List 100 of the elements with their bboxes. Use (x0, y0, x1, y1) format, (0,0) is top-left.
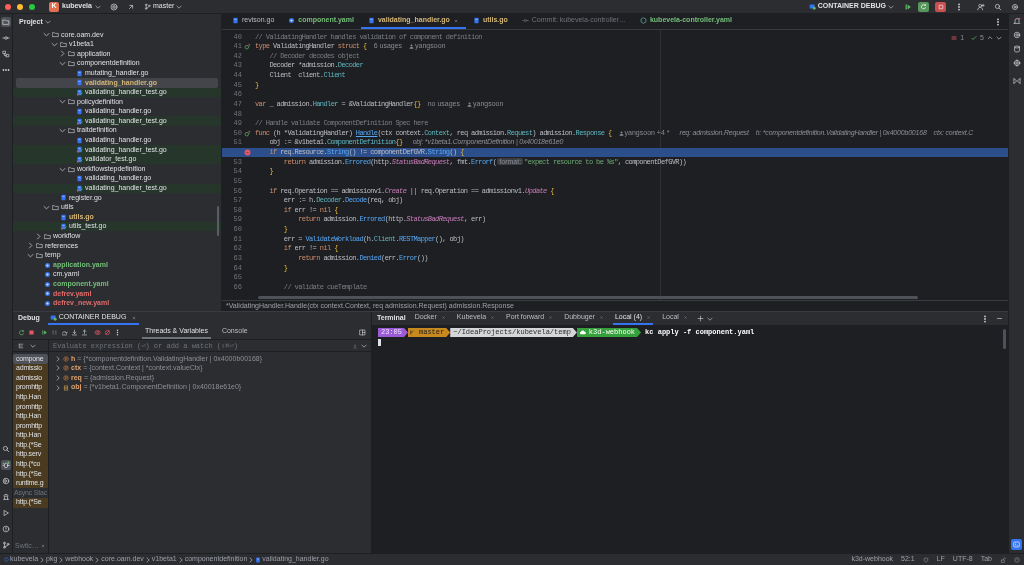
step-into-icon[interactable] (71, 328, 78, 336)
chevron-right-icon[interactable] (27, 242, 34, 250)
chevron-right-icon[interactable] (59, 50, 66, 58)
close-icon[interactable] (39, 542, 46, 549)
warning-icon[interactable] (1014, 556, 1020, 563)
chevron-down-icon (888, 3, 894, 10)
close-icon[interactable] (598, 315, 604, 320)
chevron-down-icon[interactable] (43, 31, 50, 39)
tool-window-button[interactable] (1, 508, 11, 518)
play-circle-icon (2, 477, 10, 485)
breakpoints-icon[interactable] (94, 328, 101, 336)
circle-p-icon (63, 355, 69, 362)
chevron-down-icon[interactable] (59, 98, 66, 106)
step-over-icon[interactable] (61, 328, 68, 336)
test-file-icon (76, 146, 83, 154)
person-icon (467, 101, 472, 107)
chevron-down-icon[interactable] (706, 315, 713, 322)
close-button[interactable] (5, 3, 11, 10)
search-icon[interactable] (994, 2, 1002, 11)
chevron-down-icon (44, 19, 51, 25)
tool-window-button[interactable] (1, 524, 11, 534)
chevron-right-icon (39, 556, 46, 563)
hexagon-icon (639, 17, 647, 24)
chevron-down-icon (94, 3, 101, 10)
chevron-right-icon (248, 556, 255, 563)
bug-icon (2, 461, 10, 469)
minimize-icon[interactable] (996, 315, 1003, 322)
tool-window-button[interactable] (1, 460, 11, 470)
go-file-icon (60, 194, 67, 202)
tool-window-button[interactable] (1, 33, 11, 43)
close-icon[interactable] (452, 17, 459, 24)
chevron-up-icon[interactable] (987, 35, 993, 42)
minimize-button[interactable] (17, 3, 23, 10)
debug-run-icon[interactable] (904, 2, 912, 11)
breakpoint-icon[interactable] (243, 148, 251, 156)
hammer-icon (2, 493, 10, 501)
folder-icon (68, 98, 75, 106)
chevron-down-icon[interactable] (361, 342, 367, 349)
commit-icon (521, 17, 529, 24)
close-icon[interactable] (548, 315, 554, 320)
zoom-button[interactable] (29, 3, 35, 10)
arrow-up-right-icon[interactable] (126, 2, 135, 11)
bowtie-icon[interactable] (1012, 77, 1021, 85)
chevron-down-icon[interactable] (59, 127, 66, 135)
branch-icon (408, 328, 416, 337)
chevron-down-icon (176, 3, 183, 10)
error-icon[interactable] (951, 35, 958, 42)
more-icon[interactable] (994, 17, 1002, 26)
close-icon[interactable] (682, 315, 688, 320)
chevron-down-icon[interactable] (59, 165, 66, 173)
database-icon[interactable] (1012, 45, 1021, 53)
settings-icon[interactable] (1011, 2, 1019, 11)
close-icon[interactable] (646, 315, 652, 320)
terminal-button[interactable] (1011, 539, 1022, 550)
plus-icon[interactable] (696, 315, 704, 322)
tool-window-button[interactable] (1, 49, 11, 59)
tool-window-button[interactable] (1, 444, 11, 454)
check-icon[interactable] (971, 35, 978, 42)
resume-icon[interactable] (41, 328, 48, 336)
layout-icon[interactable] (359, 328, 366, 336)
go-file-icon (76, 175, 83, 183)
chevron-right-icon (58, 556, 65, 563)
test-file-icon (76, 88, 83, 96)
rerun-icon[interactable] (18, 328, 25, 336)
chevron-down-icon[interactable] (51, 40, 58, 48)
shield-icon[interactable] (922, 556, 929, 563)
chevron-down-icon[interactable] (27, 251, 34, 259)
chevron-right-icon[interactable] (35, 232, 42, 240)
go-file-icon (60, 213, 67, 221)
chevron-right-icon (94, 556, 101, 563)
scrollbar[interactable] (1003, 329, 1006, 349)
tool-window-button[interactable] (1, 540, 11, 550)
chevron-down-icon[interactable] (996, 35, 1002, 42)
unlock-icon[interactable] (1000, 556, 1006, 563)
wheel-icon[interactable] (1012, 59, 1021, 67)
commit-icon (2, 34, 10, 42)
yaml-file-icon (288, 17, 296, 24)
rerun-button[interactable] (918, 1, 929, 12)
go-file-icon (76, 79, 83, 87)
stop-icon[interactable] (28, 328, 35, 336)
stop-button[interactable] (935, 1, 946, 12)
more-icon[interactable] (955, 2, 963, 11)
person-icon (409, 43, 415, 49)
more-icon[interactable] (981, 314, 989, 323)
tool-window-button[interactable] (1, 17, 11, 27)
bell-icon[interactable] (1012, 17, 1021, 25)
search-icon (2, 445, 10, 453)
close-icon[interactable] (440, 315, 446, 320)
scrollbar[interactable] (217, 206, 219, 236)
tool-window-button[interactable] (1, 492, 11, 502)
chevron-down-icon[interactable] (43, 204, 50, 211)
step-out-icon[interactable] (81, 328, 88, 336)
tool-window-button[interactable] (1, 476, 11, 486)
close-icon[interactable] (131, 314, 138, 321)
more-icon[interactable] (114, 328, 121, 336)
add-user-icon[interactable] (977, 2, 985, 11)
chevron-down-icon[interactable] (59, 60, 66, 68)
chevron-down-icon[interactable] (30, 342, 36, 349)
close-icon[interactable] (490, 315, 496, 320)
folder-icon (2, 18, 10, 26)
